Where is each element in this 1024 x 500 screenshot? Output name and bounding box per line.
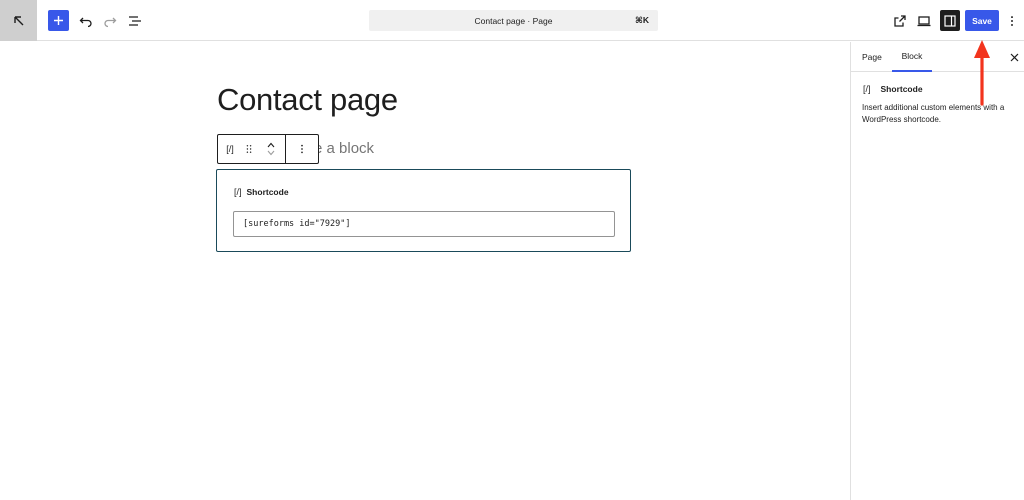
settings-sidebar: Page Block [/] Shortcode Insert addition… — [850, 42, 1024, 500]
block-mover — [256, 135, 286, 163]
redo-icon — [103, 17, 116, 27]
sidebar-tabs: Page Block — [851, 42, 1024, 72]
annotation-arrow-icon — [974, 40, 990, 106]
drag-handle[interactable] — [242, 135, 256, 163]
redo-button[interactable] — [99, 10, 120, 31]
options-menu-button[interactable] — [1005, 10, 1019, 31]
drag-handle-icon — [246, 145, 252, 153]
chevron-down-icon[interactable] — [266, 149, 276, 157]
editor-header: Contact page · Page ⌘K Save — [0, 0, 1024, 41]
editor-canvas: Contact page e a block [/] [/] Shortcode… — [0, 42, 850, 500]
shortcode-icon: [/] — [234, 187, 242, 197]
settings-sidebar-toggle[interactable] — [940, 10, 960, 31]
block-placeholder-text[interactable]: e a block — [314, 140, 374, 157]
more-vertical-icon — [1011, 15, 1013, 26]
shortcode-label-text: Shortcode — [246, 187, 289, 197]
close-icon — [1010, 53, 1018, 61]
shortcode-icon: [/] — [863, 84, 871, 94]
close-sidebar-button[interactable] — [1007, 50, 1021, 64]
preview-button[interactable] — [913, 10, 934, 31]
shortcode-input[interactable]: [sureforms id="7929"] — [233, 211, 615, 237]
shortcode-block-label: [/] Shortcode — [234, 187, 289, 197]
chevron-up-icon[interactable] — [266, 141, 276, 149]
tab-block[interactable]: Block — [892, 42, 932, 72]
arrow-up-left-icon — [13, 15, 23, 25]
list-view-icon — [128, 15, 141, 26]
command-palette-bar[interactable]: Contact page · Page ⌘K — [369, 10, 658, 31]
document-title: Contact page · Page — [474, 15, 553, 26]
view-page-button[interactable] — [889, 10, 910, 31]
block-card-title: [/] Shortcode — [863, 84, 923, 94]
document-overview-button[interactable] — [124, 10, 145, 31]
block-name: Shortcode — [880, 84, 923, 94]
save-button[interactable]: Save — [965, 10, 999, 31]
command-shortcut: ⌘K — [634, 15, 649, 25]
block-options-button[interactable] — [286, 135, 317, 163]
block-description: Insert additional custom elements with a… — [862, 103, 1005, 124]
back-to-dashboard-button[interactable] — [0, 0, 37, 41]
undo-icon — [79, 17, 92, 27]
external-link-icon — [893, 14, 906, 27]
plus-icon — [54, 16, 63, 25]
sidebar-icon — [944, 14, 956, 27]
tab-page[interactable]: Page — [862, 42, 882, 72]
shortcode-icon: [/] — [226, 144, 234, 154]
block-toolbar: [/] — [217, 134, 319, 164]
block-inserter-button[interactable] — [48, 10, 69, 31]
more-vertical-icon — [300, 144, 303, 154]
desktop-icon — [917, 15, 930, 26]
block-type-button[interactable]: [/] — [218, 135, 242, 163]
shortcode-block[interactable]: [/] Shortcode [sureforms id="7929"] — [216, 169, 631, 252]
undo-button[interactable] — [75, 10, 96, 31]
page-title[interactable]: Contact page — [217, 82, 398, 118]
